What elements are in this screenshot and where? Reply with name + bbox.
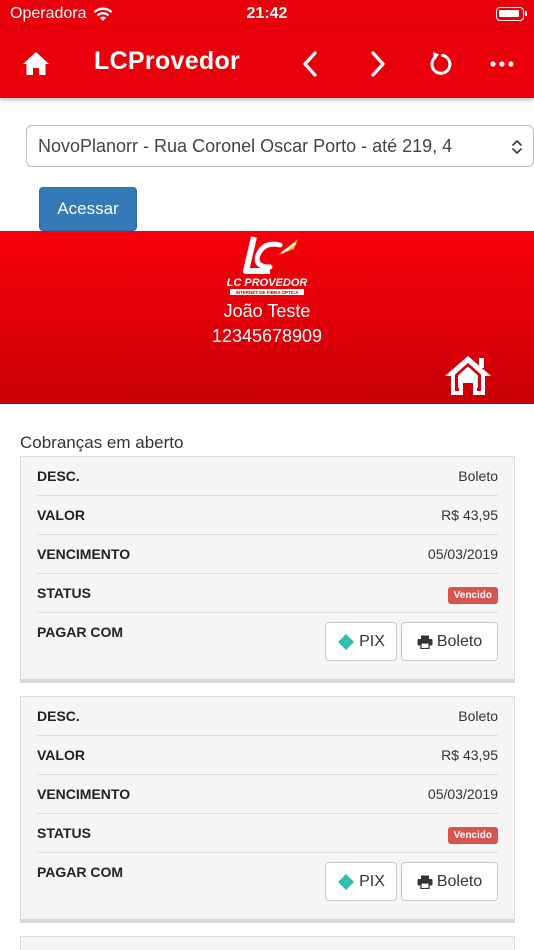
home-icon[interactable] [20, 48, 52, 80]
desc-label: DESC. [37, 708, 80, 724]
chevron-right-icon [371, 51, 385, 77]
desc-row: DESC. Boleto [37, 697, 498, 736]
select-arrows-icon [512, 140, 522, 154]
back-button[interactable] [292, 46, 328, 82]
print-icon [417, 635, 433, 649]
plan-select[interactable]: NovoPlanorr - Rua Coronel Oscar Porto - … [26, 125, 534, 167]
boleto-label: Boleto [436, 872, 483, 890]
chevron-left-icon [303, 51, 317, 77]
vencimento-label: VENCIMENTO [37, 786, 131, 802]
desc-label: DESC. [37, 468, 80, 484]
status-badge: Vencido [447, 827, 498, 844]
status-bar: Operadora 21:42 [0, 0, 534, 30]
pay-buttons: PIX Boleto [325, 622, 498, 661]
more-button[interactable] [484, 46, 520, 82]
pix-button[interactable]: PIX [325, 862, 397, 901]
valor-label: VALOR [37, 507, 85, 523]
print-icon [417, 875, 433, 889]
clock: 21:42 [246, 5, 288, 22]
access-button[interactable]: Acessar [39, 187, 137, 231]
pix-button[interactable]: PIX [325, 622, 397, 661]
boleto-button[interactable]: Boleto [401, 862, 498, 901]
pay-row: PAGAR COM PIX Boleto [37, 853, 498, 919]
nav-bar: LCProvedor [0, 30, 534, 98]
pay-label: PAGAR COM [37, 624, 124, 640]
status-row: STATUS Vencido [37, 574, 498, 613]
refresh-icon [430, 52, 452, 75]
pix-label: PIX [359, 872, 385, 890]
boleto-label: Boleto [436, 632, 483, 650]
vencimento-label: VENCIMENTO [37, 546, 131, 562]
vencimento-row: VENCIMENTO 05/03/2019 [37, 535, 498, 574]
valor-row: VALOR R$ 43,95 [37, 496, 498, 535]
boleto-button[interactable]: Boleto [401, 622, 498, 661]
svg-text:LC PROVEDOR: LC PROVEDOR [227, 277, 308, 289]
vencimento-row: VENCIMENTO 05/03/2019 [37, 775, 498, 814]
status-badge: Vencido [447, 587, 498, 604]
charge-card-partial [20, 936, 515, 950]
valor-row: VALOR R$ 43,95 [37, 736, 498, 775]
valor-value: R$ 43,95 [441, 747, 498, 763]
valor-label: VALOR [37, 747, 85, 763]
status-row: STATUS Vencido [37, 814, 498, 853]
more-dots-icon [490, 61, 514, 67]
reload-button[interactable] [422, 46, 458, 82]
pix-icon [338, 873, 355, 890]
svg-text:INTERNET DE FIBRA ÓPTICA: INTERNET DE FIBRA ÓPTICA [235, 288, 299, 295]
status-label: STATUS [37, 585, 91, 601]
valor-value: R$ 43,95 [441, 507, 498, 523]
customer-name: João Teste [223, 301, 311, 321]
status-label: STATUS [37, 825, 91, 841]
charge-card: DESC. Boleto VALOR R$ 43,95 VENCIMENTO 0… [20, 696, 515, 923]
profile-banner: LC PROVEDOR INTERNET DE FIBRA ÓPTICA Joã… [0, 231, 534, 404]
desc-row: DESC. Boleto [37, 457, 498, 496]
pix-label: PIX [359, 632, 385, 650]
pay-row: PAGAR COM PIX Boleto [37, 613, 498, 679]
pix-icon [338, 633, 355, 650]
vencimento-value: 05/03/2019 [427, 546, 498, 562]
app-title: LCProvedor [94, 47, 241, 75]
vencimento-value: 05/03/2019 [427, 786, 498, 802]
section-title: Cobranças em aberto [20, 433, 184, 452]
customer-document: 12345678909 [211, 326, 323, 346]
battery-icon [496, 7, 527, 21]
company-logo: LC PROVEDOR INTERNET DE FIBRA ÓPTICA [227, 236, 308, 295]
home-icon[interactable] [443, 353, 493, 397]
charge-card: DESC. Boleto VALOR R$ 43,95 VENCIMENTO 0… [20, 456, 515, 683]
forward-button[interactable] [360, 46, 396, 82]
desc-value: Boleto [458, 468, 498, 484]
pay-label: PAGAR COM [37, 864, 124, 880]
pay-buttons: PIX Boleto [325, 862, 498, 901]
desc-value: Boleto [458, 708, 498, 724]
plan-select-value: NovoPlanorr - Rua Coronel Oscar Porto - … [38, 136, 453, 156]
